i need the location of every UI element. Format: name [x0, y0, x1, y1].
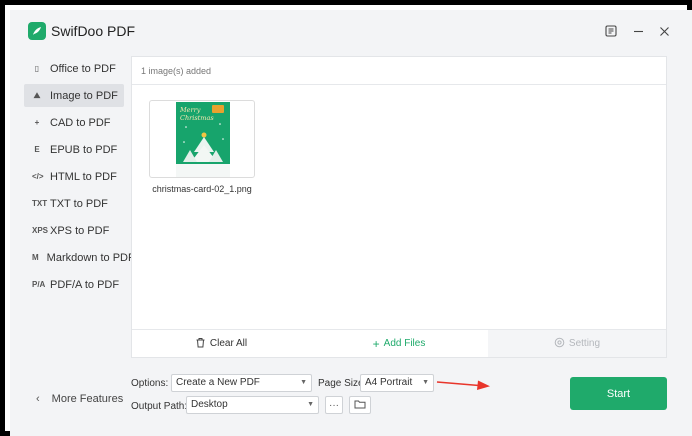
txt-icon: TXT — [32, 199, 48, 208]
options-select[interactable]: Create a New PDF ▼ — [171, 374, 312, 392]
open-folder-button[interactable] — [349, 396, 371, 414]
panel-header: 1 image(s) added — [132, 57, 666, 85]
ellipsis-label: ··· — [329, 399, 339, 411]
minimize-icon[interactable] — [629, 22, 647, 40]
title-bar: SwifDoo PDF — [10, 10, 692, 52]
feedback-icon[interactable] — [602, 22, 620, 40]
pdfa-icon: P/A — [32, 280, 46, 289]
cad-icon: + — [34, 118, 40, 127]
card-text-merry: Merry — [179, 106, 201, 114]
plus-icon: + — [372, 336, 380, 351]
card-text-christmas: Christmas — [180, 114, 214, 122]
app-title: SwifDoo PDF — [51, 23, 136, 39]
more-features-button[interactable]: ‹ More Features — [36, 393, 123, 405]
file-thumbnail[interactable]: Merry Christmas — [149, 100, 255, 178]
sidebar-item-xps-to-pdf[interactable]: XPS XPS to PDF — [24, 219, 124, 242]
sidebar-item-label: EPUB to PDF — [50, 143, 118, 156]
options-value: Create a New PDF — [176, 377, 260, 388]
christmas-card-preview: Merry Christmas — [176, 102, 230, 177]
trash-icon — [195, 337, 206, 351]
caret-down-icon: ▼ — [300, 379, 307, 386]
swifdoo-logo-icon — [28, 22, 46, 40]
epub-icon: E — [34, 145, 40, 154]
more-options-button[interactable]: ··· — [325, 396, 343, 414]
app-window: SwifDoo PDF ▯ Office to PDF ⛰ Image to PDF +… — [10, 10, 692, 436]
sidebar-item-label: HTML to PDF — [50, 170, 117, 183]
xps-icon: XPS — [32, 226, 49, 235]
options-label: Options: — [131, 378, 169, 389]
sidebar: ▯ Office to PDF ⛰ Image to PDF + CAD to PDF E E… — [24, 57, 135, 300]
image-count-label: 1 image(s) added — [141, 66, 212, 76]
markdown-icon: M — [32, 253, 39, 262]
add-files-label: Add Files — [383, 338, 426, 349]
sidebar-item-txt-to-pdf[interactable]: TXT TXT to PDF — [24, 192, 124, 215]
image-icon: ⛰ — [33, 90, 41, 100]
sidebar-item-label: XPS to PDF — [50, 224, 110, 237]
office-icon: ▯ — [34, 64, 40, 73]
more-features-label: More Features — [51, 393, 124, 405]
sidebar-item-image-to-pdf[interactable]: ⛰ Image to PDF — [24, 84, 124, 107]
page-size-select[interactable]: A4 Portrait ▼ — [360, 374, 434, 392]
page-size-value: A4 Portrait — [365, 377, 413, 388]
file-list-panel: 1 image(s) added Merry Christmas christm… — [131, 56, 667, 358]
output-path-label: Output Path: — [131, 401, 188, 412]
caret-down-icon: ▼ — [422, 379, 429, 386]
clear-all-button[interactable]: Clear All — [132, 330, 310, 357]
html-icon: </> — [32, 172, 44, 181]
annotation-arrow — [436, 380, 490, 390]
sidebar-item-label: PDF/A to PDF — [50, 278, 120, 291]
sidebar-item-label: Markdown to PDF — [46, 251, 135, 264]
sidebar-item-cad-to-pdf[interactable]: + CAD to PDF — [24, 111, 124, 134]
panel-footer: Clear All + Add Files Setting — [132, 329, 666, 357]
output-path-value: Desktop — [191, 399, 228, 410]
sidebar-item-label: Image to PDF — [50, 89, 118, 102]
setting-label: Setting — [568, 338, 601, 349]
sidebar-item-label: CAD to PDF — [50, 116, 111, 129]
add-files-button[interactable]: + Add Files — [310, 330, 488, 357]
sidebar-item-office-to-pdf[interactable]: ▯ Office to PDF — [24, 57, 124, 80]
caret-down-icon: ▼ — [307, 401, 314, 408]
folder-icon — [354, 399, 366, 412]
clear-all-label: Clear All — [209, 338, 248, 349]
gear-icon — [554, 337, 565, 351]
screenshot-frame: SwifDoo PDF ▯ Office to PDF ⛰ Image to PDF +… — [0, 0, 692, 436]
sidebar-item-label: TXT to PDF — [50, 197, 108, 210]
close-icon[interactable] — [655, 22, 673, 40]
sidebar-item-html-to-pdf[interactable]: </> HTML to PDF — [24, 165, 124, 188]
output-path-select[interactable]: Desktop ▼ — [186, 396, 319, 414]
setting-button[interactable]: Setting — [488, 330, 666, 357]
sidebar-item-label: Office to PDF — [50, 62, 116, 75]
chevron-left-icon: ‹ — [36, 393, 40, 405]
sidebar-item-pdf-a-to-pdf[interactable]: P/A PDF/A to PDF — [24, 273, 124, 296]
start-button[interactable]: Start — [570, 377, 667, 410]
sidebar-item-epub-to-pdf[interactable]: E EPUB to PDF — [24, 138, 124, 161]
file-name-label: christmas-card-02_1.png — [152, 184, 252, 194]
sidebar-item-markdown-to-pdf[interactable]: M Markdown to PDF — [24, 246, 135, 269]
